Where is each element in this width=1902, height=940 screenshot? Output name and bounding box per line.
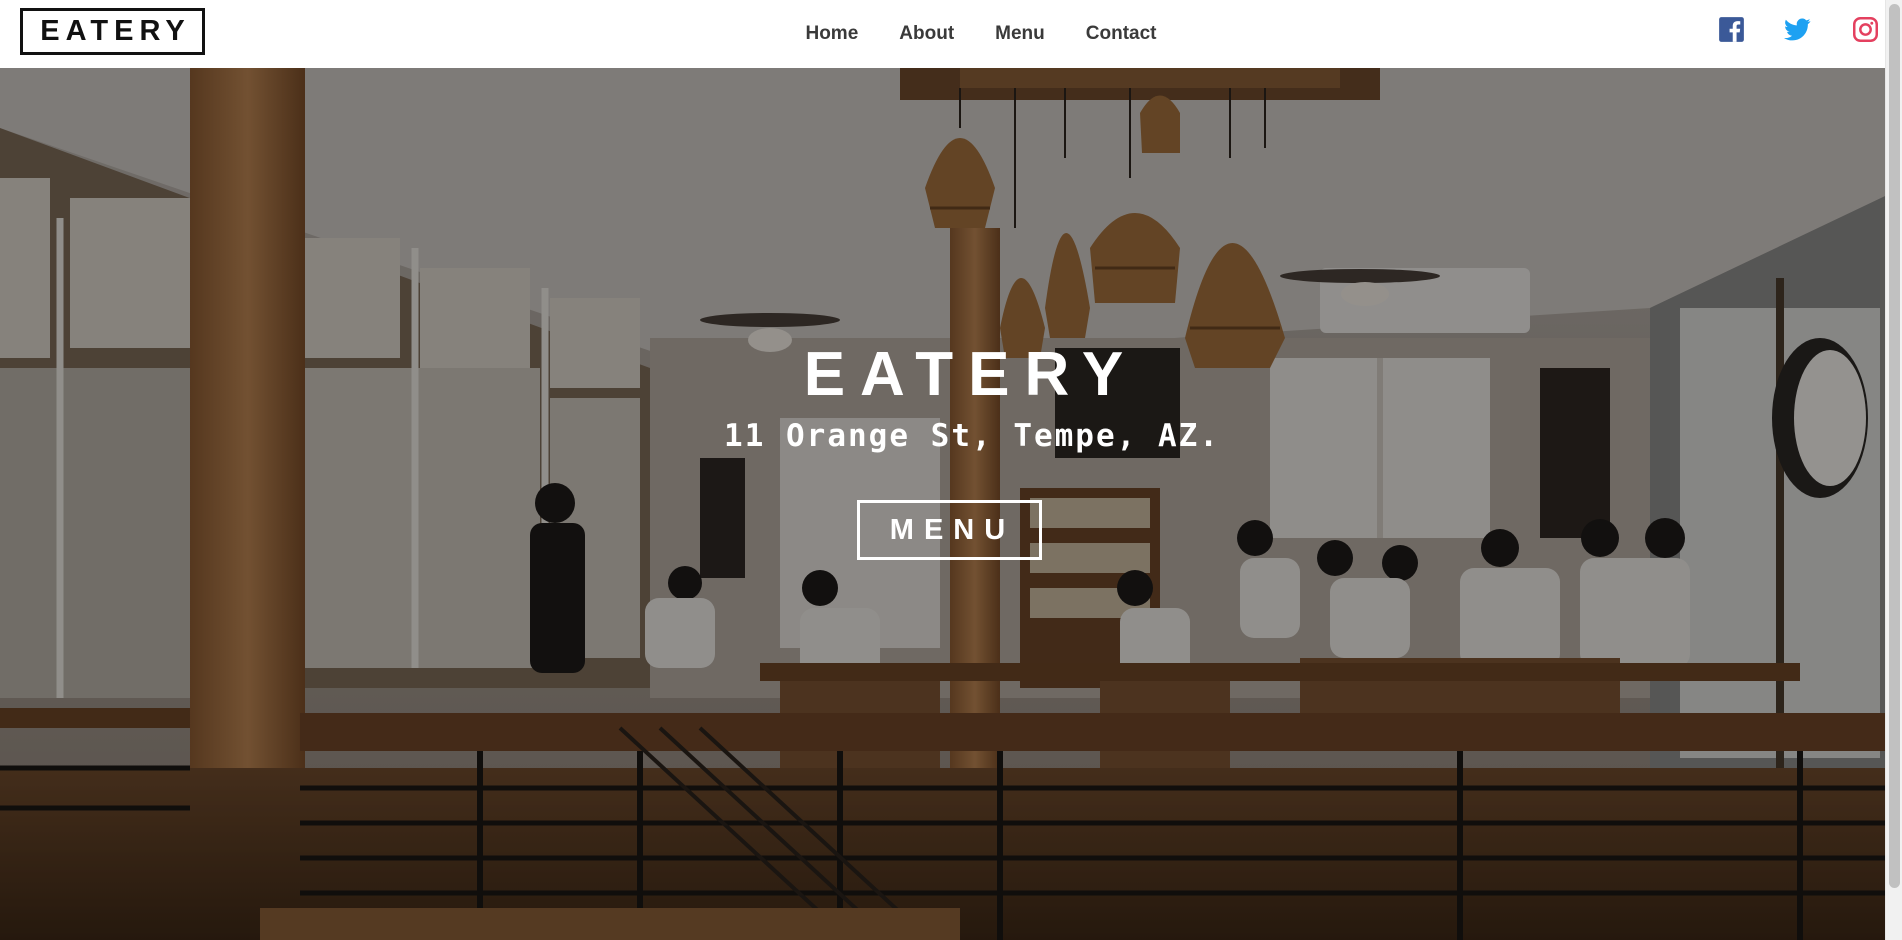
facebook-icon[interactable]: [1718, 16, 1745, 43]
main-nav: Home About Menu Contact: [0, 0, 1902, 68]
instagram-icon[interactable]: [1852, 16, 1879, 43]
nav-link-menu[interactable]: Menu: [995, 23, 1045, 45]
nav-link-about[interactable]: About: [899, 23, 954, 45]
nav-link-contact[interactable]: Contact: [1086, 23, 1157, 45]
menu-button[interactable]: MENU: [857, 500, 1042, 560]
hero-title: EATERY: [803, 340, 1139, 409]
hero-section: EATERY 11 Orange St, Tempe, AZ. MENU: [0, 68, 1902, 940]
vertical-scrollbar[interactable]: [1885, 0, 1902, 940]
scrollbar-thumb[interactable]: [1889, 4, 1900, 888]
logo[interactable]: EATERY: [20, 8, 205, 55]
site-header: EATERY Home About Menu Contact: [0, 0, 1902, 68]
twitter-icon[interactable]: [1784, 16, 1811, 43]
hero-address: 11 Orange St, Tempe, AZ.: [724, 418, 1220, 454]
nav-link-home[interactable]: Home: [805, 23, 858, 45]
